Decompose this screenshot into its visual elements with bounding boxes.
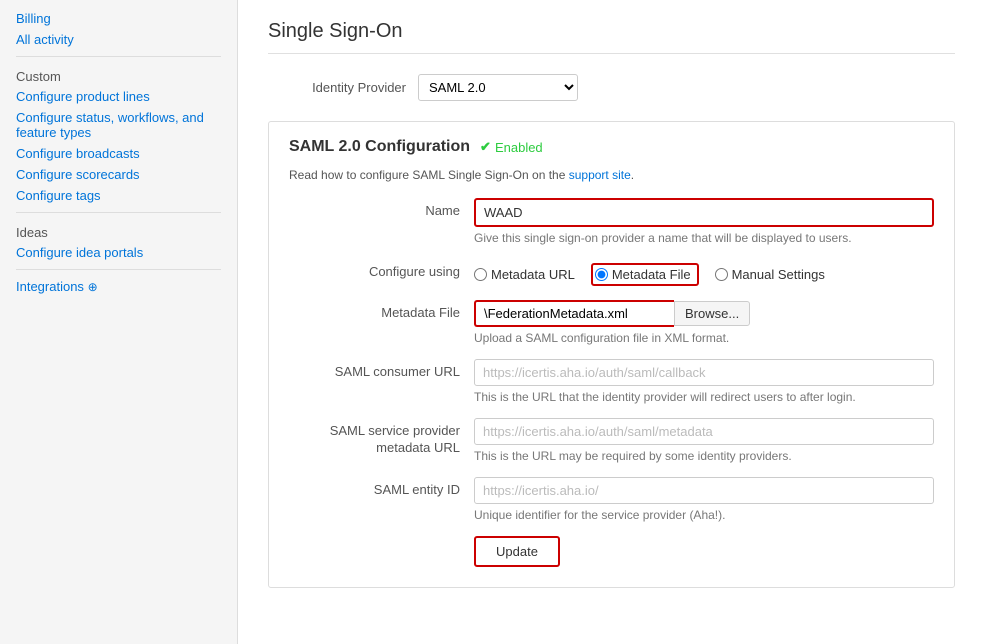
name-content: Give this single sign-on provider a name…: [474, 198, 934, 245]
sidebar-section-custom: Custom: [0, 63, 237, 86]
name-hint: Give this single sign-on provider a name…: [474, 231, 934, 245]
sidebar-item-integrations[interactable]: Integrations ⊕: [0, 276, 237, 297]
support-site-link[interactable]: support site: [569, 168, 631, 182]
saml-entity-id-input[interactable]: [474, 477, 934, 504]
configure-using-row: Configure using Metadata URL Metadata Fi…: [289, 259, 934, 286]
saml-consumer-url-content: This is the URL that the identity provid…: [474, 359, 934, 404]
saml-config-header: SAML 2.0 Configuration ✔ Enabled: [289, 138, 934, 156]
identity-provider-label: Identity Provider: [268, 80, 418, 95]
metadata-file-row: Metadata File Browse... Upload a SAML co…: [289, 300, 934, 345]
saml-entity-id-row: SAML entity ID Unique identifier for the…: [289, 477, 934, 522]
update-btn-row: Update: [289, 536, 934, 567]
metadata-file-label: Metadata File: [289, 300, 474, 320]
configure-using-label: Configure using: [289, 259, 474, 279]
sidebar: Billing All activity Custom Configure pr…: [0, 0, 238, 644]
identity-provider-row: Identity Provider SAML 2.0: [268, 74, 955, 101]
enabled-badge: ✔ Enabled: [480, 139, 543, 155]
sidebar-item-configure-product-lines[interactable]: Configure product lines: [0, 86, 237, 107]
check-icon: ✔: [480, 139, 491, 155]
saml-entity-id-content: Unique identifier for the service provid…: [474, 477, 934, 522]
page-title: Single Sign-On: [268, 20, 955, 54]
saml-sp-metadata-url-hint: This is the URL may be required by some …: [474, 449, 934, 463]
saml-entity-id-hint: Unique identifier for the service provid…: [474, 508, 934, 522]
sidebar-item-configure-status[interactable]: Configure status, workflows, and feature…: [0, 107, 237, 143]
saml-consumer-url-row: SAML consumer URL This is the URL that t…: [289, 359, 934, 404]
saml-consumer-url-input[interactable]: [474, 359, 934, 386]
saml-sp-metadata-url-row: SAML service provider metadata URL This …: [289, 418, 934, 463]
sidebar-item-billing[interactable]: Billing: [0, 8, 237, 29]
saml-sp-metadata-url-content: This is the URL may be required by some …: [474, 418, 934, 463]
radio-metadata-url[interactable]: Metadata URL: [474, 267, 575, 282]
saml-config-title: SAML 2.0 Configuration: [289, 138, 470, 156]
sidebar-divider-3: [16, 269, 221, 270]
identity-provider-select[interactable]: SAML 2.0: [418, 74, 578, 101]
saml-consumer-url-label: SAML consumer URL: [289, 359, 474, 379]
radio-manual-settings[interactable]: Manual Settings: [715, 267, 825, 282]
sidebar-divider-1: [16, 56, 221, 57]
sidebar-item-configure-scorecards[interactable]: Configure scorecards: [0, 164, 237, 185]
main-content: Single Sign-On Identity Provider SAML 2.…: [238, 0, 985, 644]
browse-button[interactable]: Browse...: [674, 301, 750, 326]
plus-icon: ⊕: [88, 280, 98, 294]
metadata-file-input[interactable]: [474, 300, 674, 327]
name-label: Name: [289, 198, 474, 218]
update-button[interactable]: Update: [474, 536, 560, 567]
sidebar-item-configure-broadcasts[interactable]: Configure broadcasts: [0, 143, 237, 164]
file-input-group: Browse...: [474, 300, 934, 327]
sidebar-section-ideas: Ideas: [0, 219, 237, 242]
sidebar-divider-2: [16, 212, 221, 213]
support-text: Read how to configure SAML Single Sign-O…: [289, 168, 934, 182]
metadata-file-hint: Upload a SAML configuration file in XML …: [474, 331, 934, 345]
sidebar-item-configure-idea-portals[interactable]: Configure idea portals: [0, 242, 237, 263]
name-input[interactable]: [474, 198, 934, 227]
sidebar-item-configure-tags[interactable]: Configure tags: [0, 185, 237, 206]
saml-consumer-url-hint: This is the URL that the identity provid…: [474, 390, 934, 404]
sidebar-item-all-activity[interactable]: All activity: [0, 29, 237, 50]
saml-config-section: SAML 2.0 Configuration ✔ Enabled Read ho…: [268, 121, 955, 588]
saml-sp-metadata-url-label: SAML service provider metadata URL: [289, 418, 474, 457]
configure-using-content: Metadata URL Metadata File Manual Settin…: [474, 259, 934, 286]
saml-sp-metadata-url-input[interactable]: [474, 418, 934, 445]
radio-metadata-file[interactable]: Metadata File: [591, 263, 699, 286]
saml-entity-id-label: SAML entity ID: [289, 477, 474, 497]
metadata-file-content: Browse... Upload a SAML configuration fi…: [474, 300, 934, 345]
radio-group: Metadata URL Metadata File Manual Settin…: [474, 259, 934, 286]
name-row: Name Give this single sign-on provider a…: [289, 198, 934, 245]
